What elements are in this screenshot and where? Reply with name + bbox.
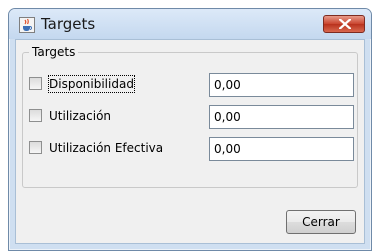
targets-group: Targets Disponibilidad Utilización Utili… [22, 44, 358, 188]
row-utilizacion: Utilización [29, 105, 169, 127]
dialog-window: Targets Targets Disponibilidad Utilizaci… [8, 8, 372, 251]
utilizacion-efectiva-field[interactable] [209, 137, 354, 161]
utilizacion-efectiva-checkbox[interactable] [29, 141, 42, 154]
utilizacion-checkbox[interactable] [29, 109, 42, 122]
disponibilidad-label[interactable]: Disponibilidad [48, 75, 135, 93]
utilizacion-efectiva-label[interactable]: Utilización Efectiva [49, 140, 163, 156]
disponibilidad-field[interactable] [209, 73, 354, 97]
java-cup-icon [19, 17, 35, 33]
utilizacion-label[interactable]: Utilización [49, 108, 111, 124]
cerrar-button[interactable]: Cerrar [286, 210, 356, 234]
close-icon [339, 19, 351, 29]
group-legend: Targets [29, 44, 79, 60]
disponibilidad-checkbox[interactable] [29, 77, 42, 90]
window-title: Targets [41, 15, 96, 33]
window-close-button[interactable] [323, 15, 365, 33]
title-bar[interactable]: Targets [9, 9, 371, 39]
row-utilizacion-efectiva: Utilización Efectiva [29, 137, 199, 159]
dialog-content: Targets Disponibilidad Utilización Utili… [15, 39, 365, 244]
utilizacion-field[interactable] [209, 105, 354, 129]
row-disponibilidad: Disponibilidad [29, 73, 169, 95]
